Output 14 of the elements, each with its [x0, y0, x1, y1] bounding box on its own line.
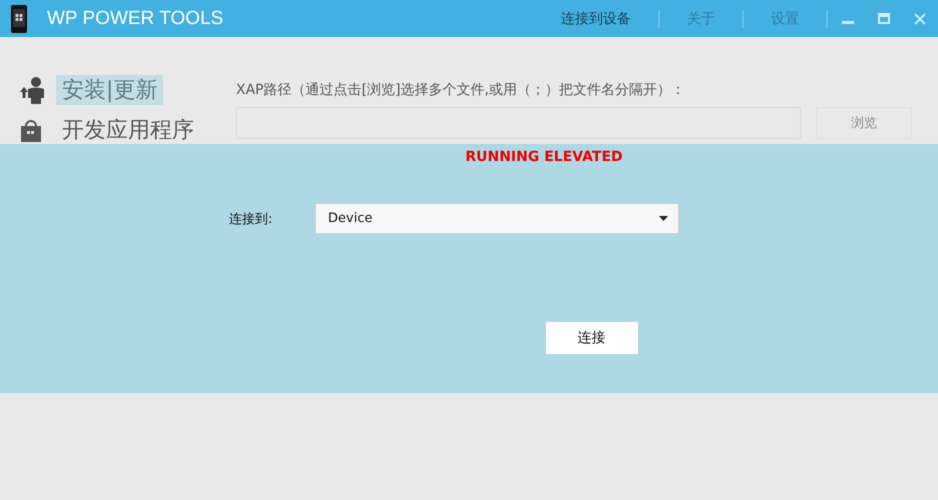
maximize-icon[interactable] [878, 13, 890, 24]
shopping-bag-icon [19, 118, 43, 142]
phone-icon [10, 4, 28, 34]
status-text: RUNNING ELEVATED [465, 149, 623, 165]
connect-button[interactable]: 连接 [546, 322, 638, 354]
sidebar-item[interactable]: 安装|更新 [56, 75, 164, 105]
menu-tab[interactable]: 连接到设备 [550, 8, 642, 30]
close-icon[interactable] [914, 12, 926, 24]
device-dropdown[interactable]: Device [315, 203, 679, 234]
window-title: WP POWER TOOLS [47, 8, 224, 30]
path-label: XAP路径（通过点击[浏览]选择多个文件,或用（；）把文件名分隔开）： [236, 81, 686, 99]
caret-icon [659, 216, 668, 221]
sidebar-item[interactable]: 开发应用程序 [56, 115, 200, 145]
connect-label: 连接到: [229, 210, 274, 228]
